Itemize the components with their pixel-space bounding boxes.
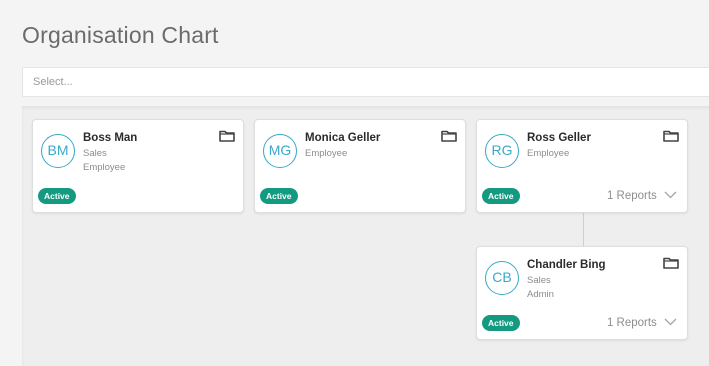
- folder-icon[interactable]: [219, 130, 235, 142]
- employee-role: Employee: [83, 162, 126, 173]
- employee-role: Employee: [527, 148, 570, 159]
- employee-card-boss-man[interactable]: BM Boss Man Sales Employee Active: [32, 119, 244, 213]
- employee-name: Monica Geller: [305, 132, 381, 144]
- status-badge: Active: [482, 188, 520, 204]
- employee-role: Admin: [527, 289, 554, 300]
- chevron-down-icon: [664, 191, 677, 199]
- status-badge: Active: [482, 315, 520, 331]
- avatar: RG: [485, 134, 519, 168]
- reports-toggle[interactable]: 1 Reports: [607, 190, 677, 202]
- avatar: BM: [41, 134, 75, 168]
- employee-card-ross-geller[interactable]: RG Ross Geller Employee Active 1 Reports: [476, 119, 688, 213]
- employee-department: Sales: [83, 148, 107, 159]
- employee-name: Boss Man: [83, 132, 138, 144]
- employee-department: Sales: [527, 275, 551, 286]
- avatar: MG: [263, 134, 297, 168]
- status-badge: Active: [38, 188, 76, 204]
- folder-icon[interactable]: [663, 257, 679, 269]
- employee-select[interactable]: Select...: [22, 67, 709, 97]
- page-title: Organisation Chart: [22, 22, 219, 48]
- avatar: CB: [485, 261, 519, 295]
- employee-role: Employee: [305, 148, 348, 159]
- folder-icon[interactable]: [663, 130, 679, 142]
- org-connector-line: [583, 213, 584, 247]
- employee-card-monica-geller[interactable]: MG Monica Geller Employee Active: [254, 119, 466, 213]
- chevron-down-icon: [664, 318, 677, 326]
- reports-toggle[interactable]: 1 Reports: [607, 317, 677, 329]
- reports-count: 1 Reports: [606, 317, 657, 329]
- employee-name: Ross Geller: [527, 132, 591, 144]
- status-badge: Active: [260, 188, 298, 204]
- employee-name: Chandler Bing: [527, 259, 606, 271]
- reports-count: 1 Reports: [606, 190, 657, 202]
- folder-icon[interactable]: [441, 130, 457, 142]
- employee-card-chandler-bing[interactable]: CB Chandler Bing Sales Admin Active 1 Re…: [476, 246, 688, 340]
